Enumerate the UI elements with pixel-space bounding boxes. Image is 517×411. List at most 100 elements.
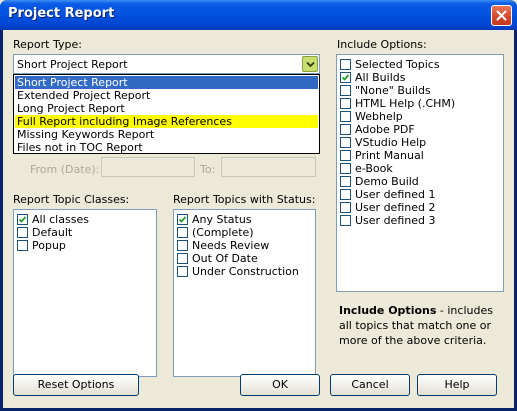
- topic-class-checkbox[interactable]: [17, 214, 28, 225]
- include-options-list: Selected Topics All Builds "None" Builds HT…: [336, 54, 504, 292]
- topic-status-label: Report Topics with Status:: [173, 193, 316, 206]
- include-option-checkbox-label: User defined 3: [355, 214, 436, 227]
- include-option-checkbox[interactable]: [340, 59, 351, 70]
- topic-status-checkbox-row[interactable]: Needs Review: [177, 239, 269, 252]
- topic-status-checkbox-row[interactable]: Any Status: [177, 213, 252, 226]
- help-button[interactable]: Help: [417, 374, 497, 396]
- include-option-checkbox[interactable]: [340, 176, 351, 187]
- include-option-checkbox-label: User defined 1: [355, 188, 436, 201]
- topic-status-checkbox-label: Out Of Date: [192, 252, 258, 265]
- include-option-checkbox[interactable]: [340, 98, 351, 109]
- include-option-checkbox[interactable]: [340, 72, 351, 83]
- dialog-body: Report Type: Short Project Report Short …: [3, 30, 514, 408]
- include-option-checkbox-row[interactable]: VStudio Help: [340, 136, 426, 149]
- topic-status-checkbox[interactable]: [177, 266, 188, 277]
- topic-status-checkbox-label: Any Status: [192, 213, 252, 226]
- topic-status-list: Any Status (Complete) Needs Review Out Of D…: [173, 209, 316, 377]
- topic-class-checkbox-label: Popup: [32, 239, 66, 252]
- topic-status-checkbox[interactable]: [177, 214, 188, 225]
- topic-status-checkbox-label: (Complete): [192, 226, 254, 239]
- include-option-checkbox-label: All Builds: [355, 71, 406, 84]
- include-option-checkbox-label: Adobe PDF: [355, 123, 415, 136]
- report-type-selected-value: Short Project Report: [17, 58, 128, 71]
- topic-status-checkbox[interactable]: [177, 227, 188, 238]
- check-icon: [178, 216, 187, 223]
- include-option-checkbox-label: "None" Builds: [355, 84, 431, 97]
- check-icon: [18, 216, 27, 223]
- include-option-checkbox[interactable]: [340, 124, 351, 135]
- include-option-checkbox[interactable]: [340, 215, 351, 226]
- include-option-checkbox-row[interactable]: HTML Help (.CHM): [340, 97, 455, 110]
- include-option-checkbox-row[interactable]: All Builds: [340, 71, 405, 84]
- topic-class-checkbox[interactable]: [17, 227, 28, 238]
- topic-status-checkbox-row[interactable]: (Complete): [177, 226, 254, 239]
- include-option-checkbox-row[interactable]: Print Manual: [340, 149, 424, 162]
- ok-button[interactable]: OK: [240, 374, 320, 396]
- topic-classes-list: All classes Default Popup: [13, 209, 157, 377]
- include-option-checkbox[interactable]: [340, 189, 351, 200]
- from-date-label: From (Date):: [30, 163, 100, 176]
- report-type-option-extended[interactable]: Extended Project Report: [15, 89, 318, 102]
- include-option-checkbox[interactable]: [340, 202, 351, 213]
- info-bold-text: Include Options: [339, 304, 437, 317]
- to-date-label: To:: [200, 163, 216, 176]
- include-option-checkbox-row[interactable]: Adobe PDF: [340, 123, 415, 136]
- close-icon: [496, 10, 507, 21]
- topic-status-checkbox-label: Needs Review: [192, 239, 270, 252]
- topic-class-checkbox-row[interactable]: Default: [17, 226, 72, 239]
- topic-class-checkbox-row[interactable]: All classes: [17, 213, 89, 226]
- include-option-checkbox-row[interactable]: User defined 1: [340, 188, 435, 201]
- check-icon: [341, 74, 350, 81]
- include-option-checkbox[interactable]: [340, 150, 351, 161]
- include-option-checkbox-row[interactable]: Selected Topics: [340, 58, 440, 71]
- topic-status-checkbox[interactable]: [177, 240, 188, 251]
- include-option-checkbox[interactable]: [340, 163, 351, 174]
- include-option-checkbox-row[interactable]: Demo Build: [340, 175, 419, 188]
- project-report-dialog: Project Report Report Type: Short Projec…: [0, 0, 517, 411]
- title-bar[interactable]: Project Report: [0, 0, 517, 30]
- topic-status-checkbox-label: Under Construction: [192, 265, 299, 278]
- report-type-option-missing-keywords[interactable]: Missing Keywords Report: [15, 128, 318, 141]
- include-option-checkbox-row[interactable]: "None" Builds: [340, 84, 431, 97]
- chevron-down-icon: [305, 61, 315, 67]
- include-option-checkbox[interactable]: [340, 111, 351, 122]
- include-option-checkbox-label: Webhelp: [355, 110, 403, 123]
- report-type-option-short[interactable]: Short Project Report: [15, 76, 318, 89]
- window-title: Project Report: [8, 6, 115, 21]
- include-option-checkbox-label: Print Manual: [355, 149, 424, 162]
- include-option-checkbox-row[interactable]: User defined 3: [340, 214, 435, 227]
- include-option-checkbox-row[interactable]: e-Book: [340, 162, 393, 175]
- close-button[interactable]: [491, 5, 512, 26]
- include-option-checkbox-row[interactable]: User defined 2: [340, 201, 435, 214]
- report-type-option-not-in-toc[interactable]: Files not in TOC Report: [15, 141, 318, 154]
- include-option-checkbox[interactable]: [340, 137, 351, 148]
- topic-class-checkbox-row[interactable]: Popup: [17, 239, 66, 252]
- topic-status-checkbox-row[interactable]: Out Of Date: [177, 252, 258, 265]
- topic-classes-label: Report Topic Classes:: [13, 193, 130, 206]
- include-options-label: Include Options:: [337, 38, 427, 51]
- report-type-label: Report Type:: [13, 38, 82, 51]
- topic-class-checkbox-label: Default: [32, 226, 73, 239]
- include-option-checkbox-label: VStudio Help: [355, 136, 427, 149]
- report-type-combobox[interactable]: Short Project Report: [13, 54, 320, 74]
- include-option-checkbox-label: HTML Help (.CHM): [355, 97, 456, 110]
- report-type-option-full[interactable]: Full Report including Image References: [15, 115, 318, 128]
- topic-class-checkbox[interactable]: [17, 240, 28, 251]
- reset-options-button[interactable]: Reset Options: [13, 374, 139, 396]
- include-option-checkbox-label: e-Book: [355, 162, 393, 175]
- topic-status-checkbox-row[interactable]: Under Construction: [177, 265, 299, 278]
- report-type-option-long[interactable]: Long Project Report: [15, 102, 318, 115]
- dropdown-button[interactable]: [302, 56, 318, 72]
- topic-status-checkbox[interactable]: [177, 253, 188, 264]
- from-date-field[interactable]: [101, 157, 195, 177]
- include-option-checkbox-label: User defined 2: [355, 201, 436, 214]
- include-options-description: Include Options - includes all topics th…: [339, 303, 509, 348]
- cancel-button[interactable]: Cancel: [330, 374, 410, 396]
- include-option-checkbox-label: Demo Build: [355, 175, 419, 188]
- to-date-field[interactable]: [221, 157, 316, 177]
- report-type-dropdown-list: Short Project Report Extended Project Re…: [13, 74, 320, 154]
- include-option-checkbox[interactable]: [340, 85, 351, 96]
- include-option-checkbox-row[interactable]: Webhelp: [340, 110, 403, 123]
- topic-class-checkbox-label: All classes: [32, 213, 89, 226]
- include-option-checkbox-label: Selected Topics: [355, 58, 440, 71]
